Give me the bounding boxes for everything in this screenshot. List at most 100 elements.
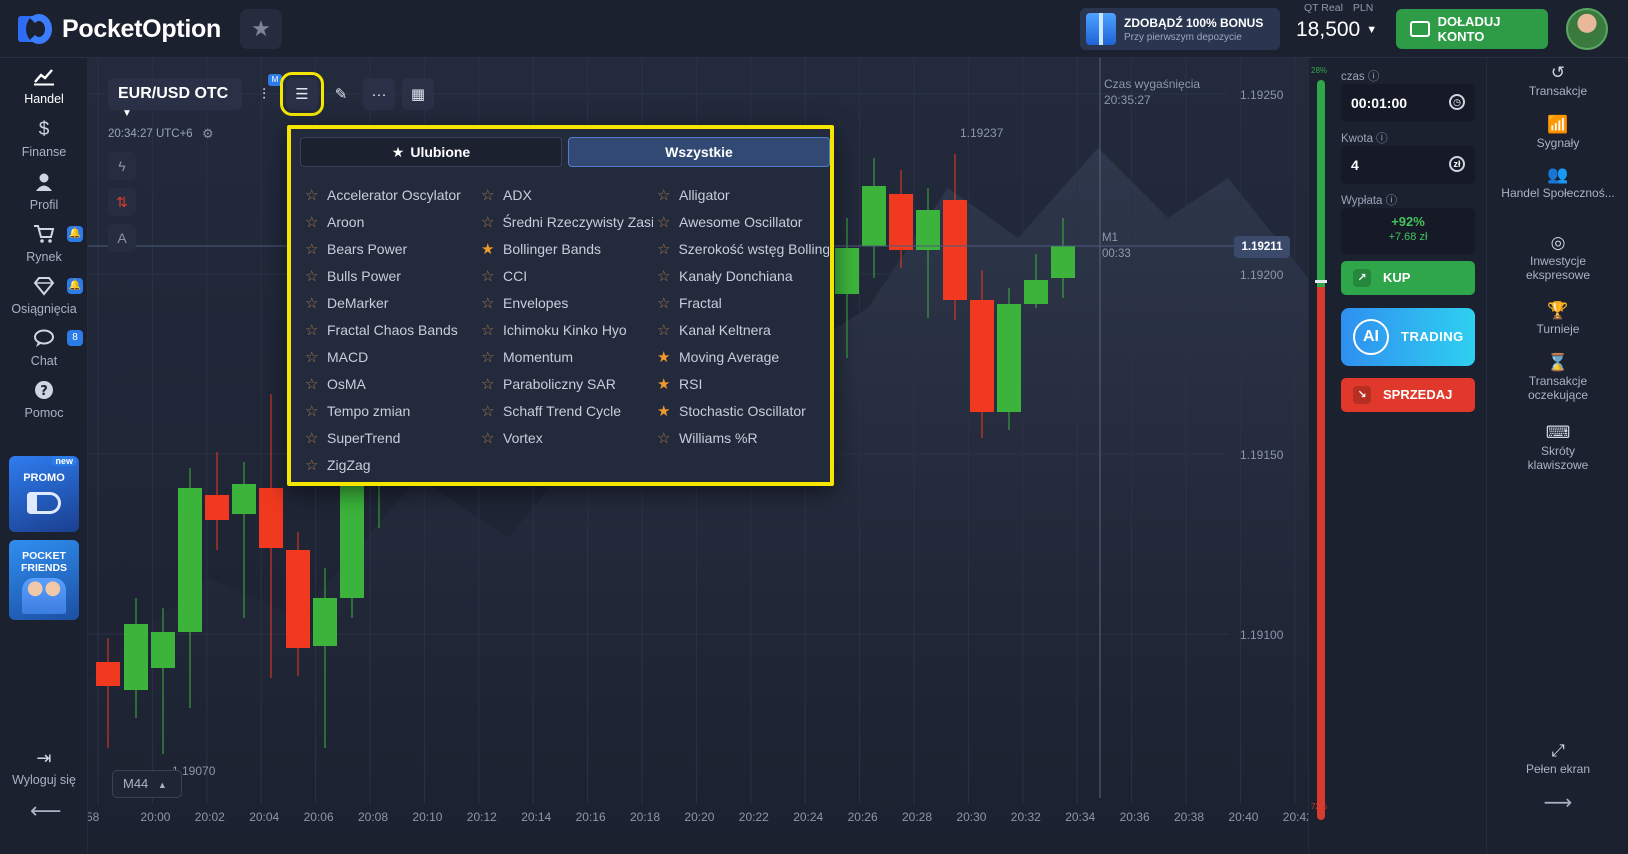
logo[interactable]: PocketOption — [18, 12, 221, 46]
indicator-item[interactable]: ☆ CCI — [481, 265, 653, 287]
pocket-friends-banner[interactable]: POCKET FRIENDS — [9, 540, 79, 620]
sidebar-item-finanse[interactable]: $ Finanse — [0, 119, 88, 169]
star-outline-icon[interactable]: ☆ — [481, 267, 495, 285]
buy-button[interactable]: ↗ KUP — [1341, 261, 1475, 295]
collapse-arrow-icon[interactable]: ⟵ — [30, 798, 62, 824]
time-field[interactable]: 00:01:00 ◷ — [1341, 84, 1475, 122]
star-outline-icon[interactable]: ☆ — [657, 429, 671, 447]
star-filled-icon[interactable]: ★ — [481, 240, 495, 258]
indicator-item[interactable]: ☆ Alligator — [657, 184, 829, 206]
indicator-item[interactable]: ☆ Fractal — [657, 292, 829, 314]
indicator-item[interactable]: ☆ Tempo zmian — [305, 400, 477, 422]
sidebar-item-social-trading[interactable]: 👥 Handel Społecznoś... — [1487, 166, 1628, 200]
star-outline-icon[interactable]: ☆ — [305, 213, 319, 231]
sidebar-item-pomoc[interactable]: ? Pomoc — [0, 380, 88, 430]
asset-selector[interactable]: EUR/USD OTC ▼ — [108, 78, 242, 119]
star-outline-icon[interactable]: ☆ — [305, 348, 319, 366]
star-outline-icon[interactable]: ☆ — [305, 267, 319, 285]
clock-icon[interactable]: ◷ — [1449, 94, 1465, 110]
indicator-item[interactable]: ★ RSI — [657, 373, 829, 395]
account-switcher[interactable]: QT Real PLN 18,500 ▼ — [1296, 2, 1380, 54]
star-outline-icon[interactable]: ☆ — [481, 294, 495, 312]
sidebar-item-sygnaly[interactable]: 📶 Sygnały — [1487, 116, 1628, 150]
star-outline-icon[interactable]: ☆ — [305, 429, 319, 447]
indicator-item[interactable]: ☆ Fractal Chaos Bands — [305, 319, 477, 341]
indicator-item[interactable]: ☆ Paraboliczny SAR — [481, 373, 653, 395]
indicator-item[interactable]: ☆ Aroon — [305, 211, 477, 233]
star-filled-icon[interactable]: ★ — [657, 402, 671, 420]
star-outline-icon[interactable]: ☆ — [481, 429, 495, 447]
sell-button[interactable]: ↘ SPRZEDAJ — [1341, 378, 1475, 412]
quick-trade-tool[interactable]: ϟ — [108, 152, 136, 180]
star-outline-icon[interactable]: ☆ — [305, 402, 319, 420]
indicator-item[interactable]: ★ Moving Average — [657, 346, 829, 368]
indicator-item[interactable]: ☆ Średni Rzeczywisty Zasięg — [481, 211, 653, 233]
star-outline-icon[interactable]: ☆ — [305, 186, 319, 204]
indicator-item[interactable]: ☆ Envelopes — [481, 292, 653, 314]
star-outline-icon[interactable]: ☆ — [481, 321, 495, 339]
favorites-star-button[interactable]: ★ — [240, 9, 282, 49]
bonus-banner[interactable]: ZDOBĄDŹ 100% BONUS Przy pierwszym depozy… — [1080, 8, 1280, 50]
indicator-item[interactable]: ☆ Momentum — [481, 346, 653, 368]
more-tools-button[interactable]: ··· — [363, 78, 395, 110]
indicator-item[interactable]: ☆ Kanał Keltnera — [657, 319, 829, 341]
logout-button[interactable]: ⇥ Wyloguj się — [0, 748, 88, 787]
star-outline-icon[interactable]: ☆ — [481, 348, 495, 366]
indicator-item[interactable]: ☆ Accelerator Oscylator — [305, 184, 477, 206]
star-outline-icon[interactable]: ☆ — [481, 213, 494, 231]
sidebar-item-handel[interactable]: Handel — [0, 66, 88, 116]
indicator-item[interactable]: ☆ Williams %R — [657, 427, 829, 449]
indicator-item[interactable]: ☆ Szerokość wstęg Bollingera — [657, 238, 829, 260]
indicator-item[interactable]: ☆ ZigZag — [305, 454, 477, 476]
sidebar-item-shortcuts[interactable]: ⌨ Skróty klawiszowe — [1487, 424, 1628, 472]
star-outline-icon[interactable]: ☆ — [657, 186, 671, 204]
indicator-item[interactable]: ★ Bollinger Bands — [481, 238, 653, 260]
sidebar-item-express[interactable]: ◎ Inwestycje ekspresowe — [1487, 234, 1628, 282]
indicator-item[interactable]: ★ Stochastic Oscillator — [657, 400, 829, 422]
drawings-button[interactable]: ✎ — [325, 78, 357, 110]
star-outline-icon[interactable]: ☆ — [305, 321, 319, 339]
star-filled-icon[interactable]: ★ — [657, 375, 671, 393]
indicator-item[interactable]: ☆ Ichimoku Kinko Hyo — [481, 319, 653, 341]
star-outline-icon[interactable]: ☆ — [305, 294, 319, 312]
sidebar-item-chat[interactable]: 8 Chat — [0, 328, 88, 378]
star-outline-icon[interactable]: ☆ — [305, 375, 319, 393]
sidebar-item-osiagniecia[interactable]: 🔔 Osiągnięcia — [0, 276, 88, 326]
layout-grid-button[interactable]: ▦ — [402, 78, 434, 110]
sidebar-item-turnieje[interactable]: 🏆 Turnieje — [1487, 302, 1628, 336]
indicator-item[interactable]: ☆ Kanały Donchiana — [657, 265, 829, 287]
sidebar-item-profil[interactable]: Profil — [0, 172, 88, 222]
sidebar-item-pending[interactable]: ⌛ Transakcje oczekujące — [1487, 354, 1628, 402]
indicator-item[interactable]: ☆ Bulls Power — [305, 265, 477, 287]
indicator-item[interactable]: ☆ Vortex — [481, 427, 653, 449]
sidebar-item-rynek[interactable]: 🔔 Rynek — [0, 224, 88, 274]
star-outline-icon[interactable]: ☆ — [657, 294, 671, 312]
star-outline-icon[interactable]: ☆ — [657, 267, 671, 285]
indicator-item[interactable]: ☆ DeMarker — [305, 292, 477, 314]
promo-banner[interactable]: new PROMO — [9, 456, 79, 532]
star-filled-icon[interactable]: ★ — [657, 348, 671, 366]
text-tool[interactable]: A — [108, 224, 136, 252]
indicator-item[interactable]: ☆ SuperTrend — [305, 427, 477, 449]
star-outline-icon[interactable]: ☆ — [481, 186, 495, 204]
star-outline-icon[interactable]: ☆ — [305, 240, 319, 258]
ai-trading-button[interactable]: AI TRADING — [1341, 308, 1475, 366]
indicator-item[interactable]: ☆ Schaff Trend Cycle — [481, 400, 653, 422]
indicator-item[interactable]: ☆ OsMA — [305, 373, 477, 395]
trend-arrows-tool[interactable]: ⇅ — [108, 188, 136, 216]
indicator-item[interactable]: ☆ ADX — [481, 184, 653, 206]
indicator-item[interactable]: ☆ Awesome Oscillator — [657, 211, 829, 233]
tab-all[interactable]: Wszystkie — [568, 137, 830, 167]
avatar[interactable] — [1566, 8, 1608, 50]
star-outline-icon[interactable]: ☆ — [305, 456, 319, 474]
star-outline-icon[interactable]: ☆ — [481, 402, 495, 420]
indicator-item[interactable]: ☆ MACD — [305, 346, 477, 368]
indicator-item[interactable]: ☆ Bears Power — [305, 238, 477, 260]
amount-field[interactable]: 4 zł — [1341, 146, 1475, 184]
fullscreen-button[interactable]: ⤢ Pełen ekran — [1487, 742, 1628, 776]
gear-icon[interactable]: ⚙ — [202, 126, 214, 142]
star-outline-icon[interactable]: ☆ — [657, 240, 670, 258]
indicators-button[interactable]: ☰ — [280, 72, 324, 116]
deposit-button[interactable]: DOŁADUJ KONTO — [1396, 9, 1548, 49]
currency-zl-icon[interactable]: zł — [1449, 156, 1465, 172]
